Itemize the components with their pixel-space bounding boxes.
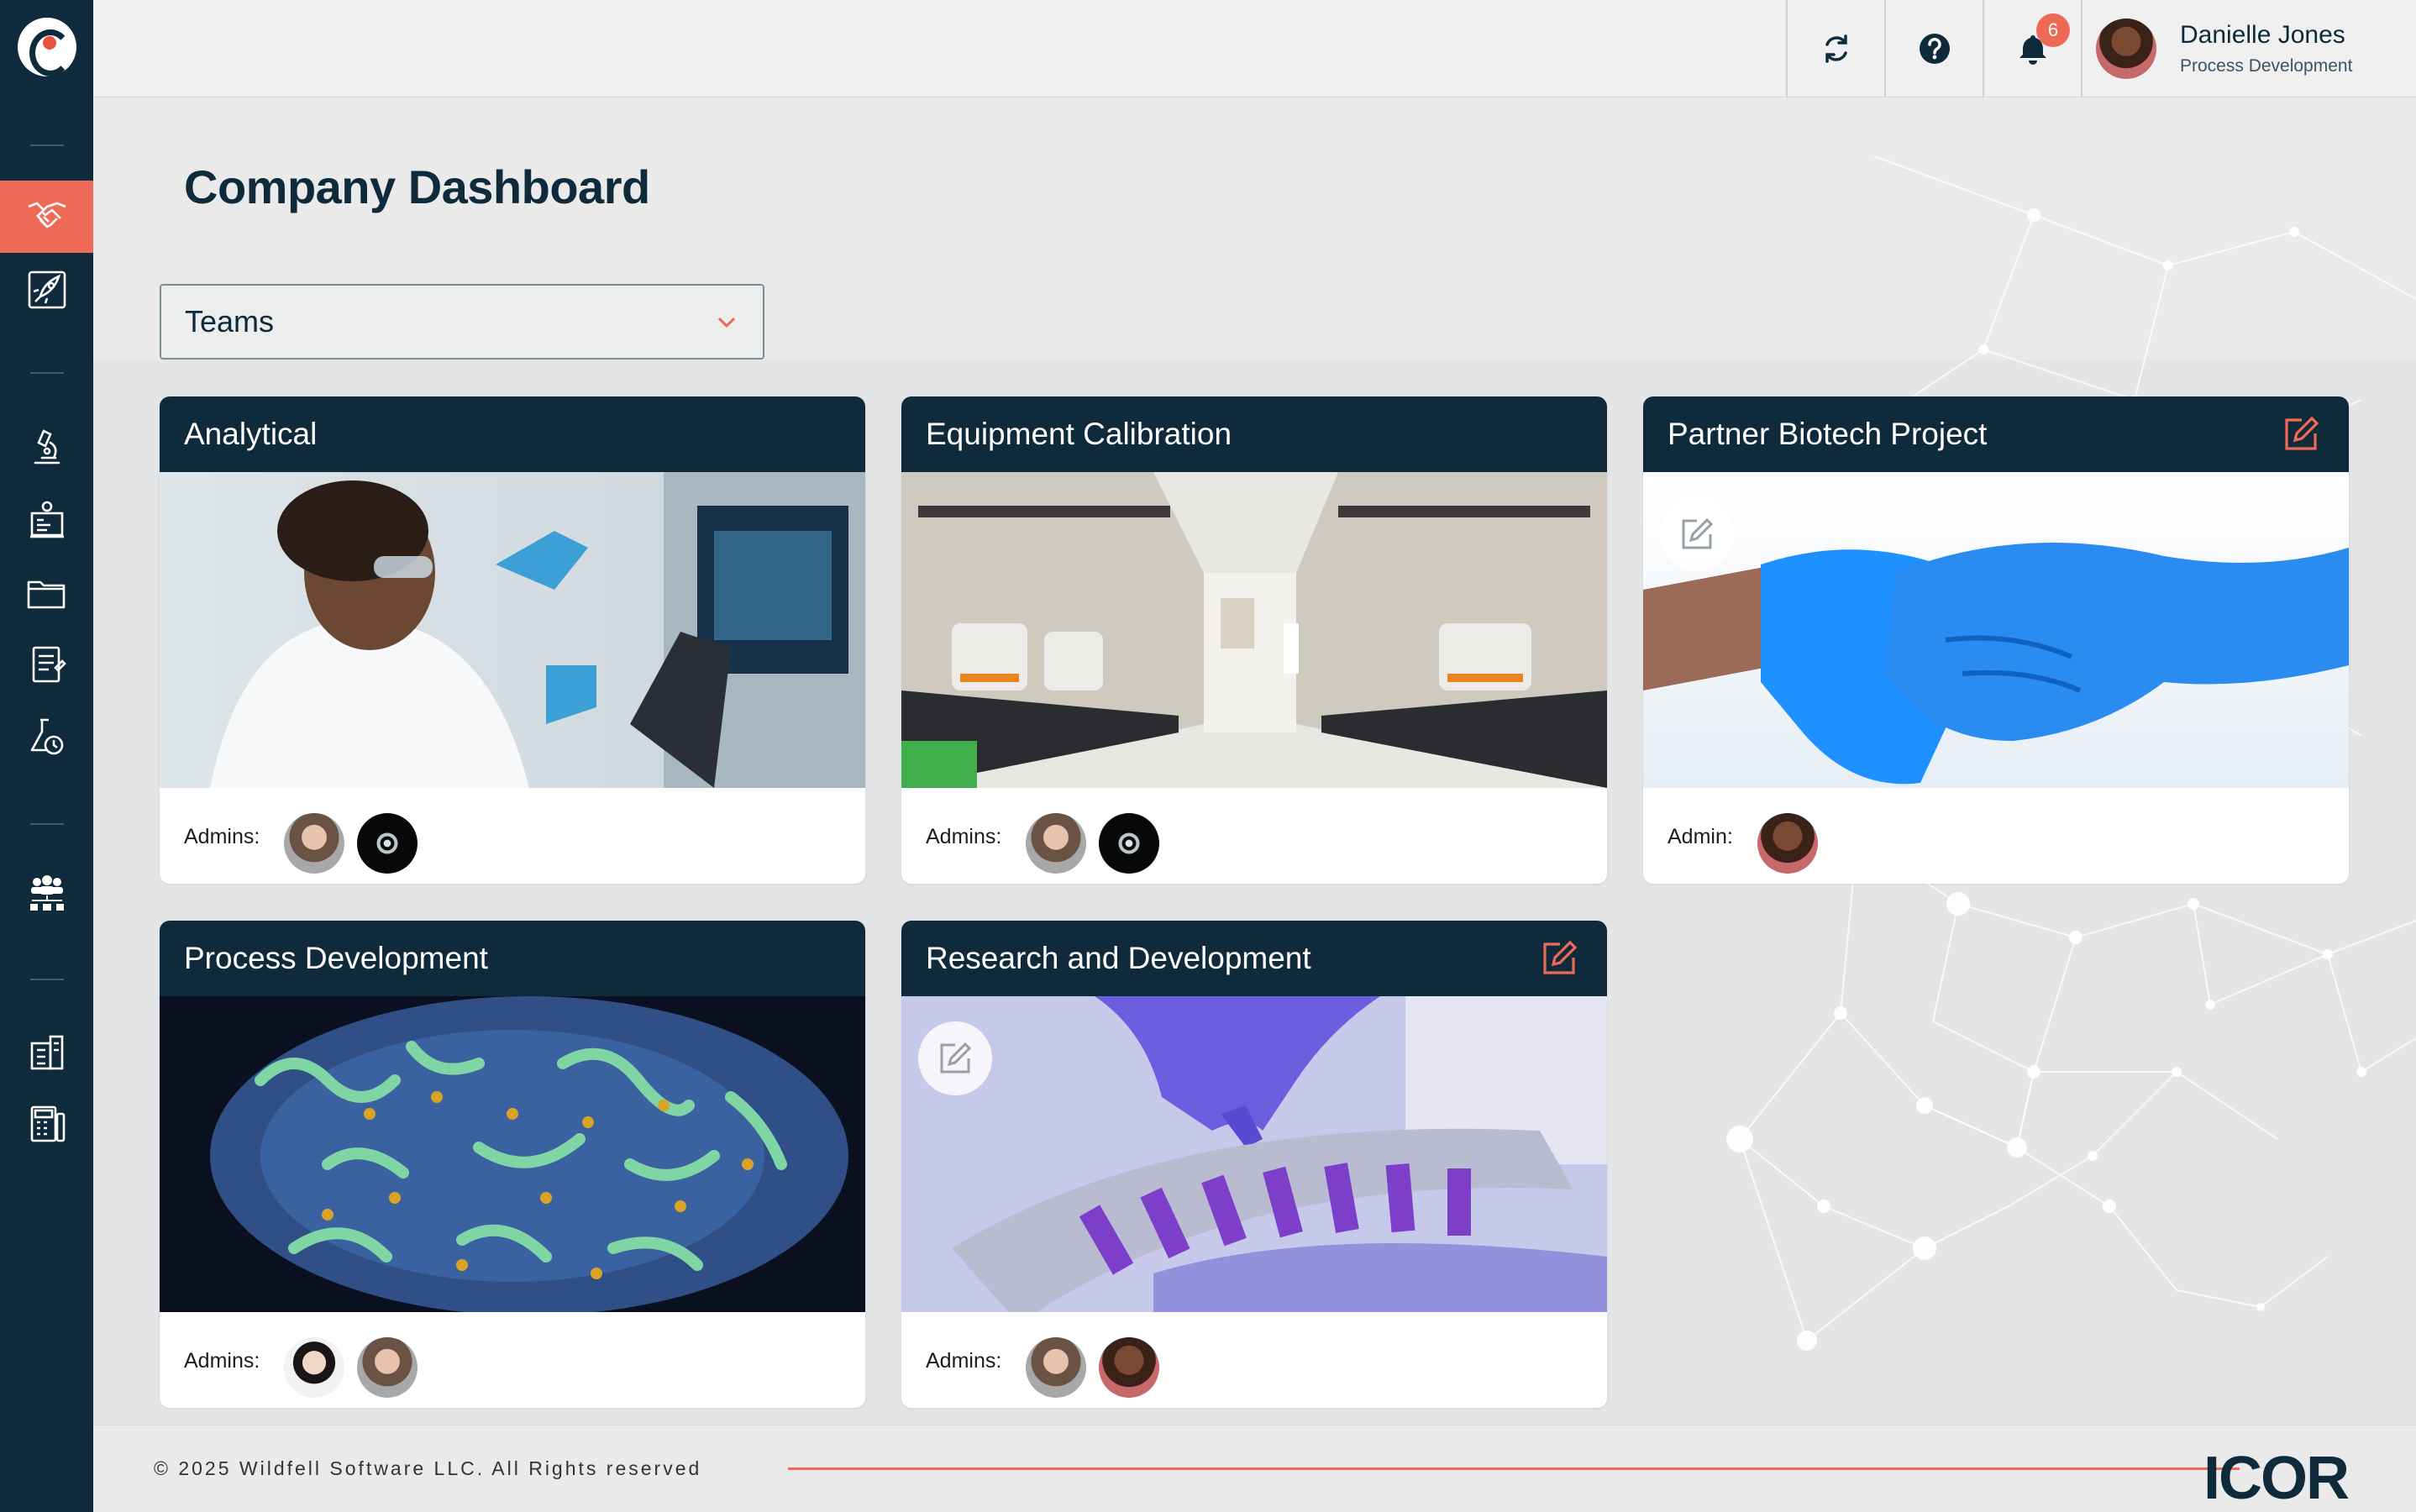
footer-divider <box>788 1467 2240 1470</box>
sidebar-divider <box>30 144 64 146</box>
top-bar: 6 Danielle Jones Process Development <box>93 0 2416 97</box>
edit-image-icon <box>1682 517 1714 549</box>
card-image <box>1643 472 2349 788</box>
calculator-icon <box>30 1105 65 1142</box>
team-org-icon <box>29 875 64 911</box>
admins-label: Admin: <box>1668 825 1733 848</box>
card-header: Partner Biotech Project <box>1643 396 2349 472</box>
card-image <box>160 472 865 788</box>
admin-avatar[interactable] <box>284 813 344 874</box>
card-title: Process Development <box>184 941 488 975</box>
admins-label: Admins: <box>926 1349 1002 1373</box>
card-footer: Admins: <box>901 1312 1607 1408</box>
card-footer: Admin: <box>1643 788 2349 884</box>
admins-label: Admins: <box>184 1349 260 1373</box>
card-title: Research and Development <box>926 941 1311 975</box>
sidebar-item-teams[interactable] <box>0 858 93 930</box>
admin-avatar[interactable] <box>357 813 418 874</box>
sidebar-item-notebook[interactable] <box>0 628 93 701</box>
edit-icon[interactable] <box>1540 939 1578 978</box>
lab-report-icon <box>29 501 64 538</box>
sidebar-item-projects[interactable] <box>0 254 93 326</box>
handshake-gloves-image <box>1643 472 2349 788</box>
card-title: Partner Biotech Project <box>1668 417 1988 451</box>
lab-scientist-image <box>160 472 865 788</box>
flask-timer-icon <box>30 718 63 755</box>
teams-dropdown-value: Teams <box>185 304 275 339</box>
user-menu[interactable]: Danielle Jones Process Development <box>2081 0 2416 97</box>
change-image-button[interactable] <box>1660 497 1734 571</box>
sidebar-divider <box>30 979 64 980</box>
card-image <box>901 996 1607 1312</box>
sidebar-item-calculations[interactable] <box>0 1088 93 1160</box>
card-header: Analytical <box>160 396 865 472</box>
user-name: Danielle Jones <box>2180 21 2345 49</box>
cell-micrograph-image <box>160 996 865 1312</box>
sample-tray-image <box>901 996 1607 1312</box>
notebook-icon <box>32 646 66 683</box>
sidebar-divider <box>30 823 64 825</box>
admins-label: Admins: <box>184 825 260 848</box>
chevron-down-icon <box>717 317 736 328</box>
building-icon <box>30 1035 63 1070</box>
rocket-icon <box>28 270 66 309</box>
admins-label: Admins: <box>926 825 1002 848</box>
folder-icon <box>27 580 65 609</box>
card-header: Equipment Calibration <box>901 396 1607 472</box>
admin-avatar[interactable] <box>1757 813 1818 874</box>
app-logo[interactable] <box>0 0 93 93</box>
card-header: Research and Development <box>901 921 1607 996</box>
sync-icon <box>1825 34 1847 63</box>
card-footer: Admins: <box>901 788 1607 884</box>
admin-avatar[interactable] <box>357 1337 418 1398</box>
sidebar-divider <box>30 372 64 374</box>
change-image-button[interactable] <box>918 1021 992 1095</box>
team-card-partner-biotech-project[interactable]: Partner Biotech Project Admin: <box>1643 396 2349 884</box>
page-title: Company Dashboard <box>184 160 650 213</box>
microscope-icon <box>34 429 60 465</box>
team-card-analytical[interactable]: Analytical Admins: <box>160 396 865 884</box>
handshake-icon <box>28 202 66 228</box>
avatar <box>2096 18 2156 79</box>
notifications-button[interactable]: 6 <box>1983 0 2081 97</box>
user-role: Process Development <box>2180 56 2353 76</box>
team-card-research-and-development[interactable]: Research and Development Admins: <box>901 921 1607 1408</box>
sidebar-item-reports[interactable] <box>0 484 93 556</box>
edit-image-icon <box>940 1042 972 1074</box>
teams-dropdown[interactable]: Teams <box>160 284 764 360</box>
team-card-process-development[interactable]: Process Development Admins: <box>160 921 865 1408</box>
team-card-equipment-calibration[interactable]: Equipment Calibration Admins: <box>901 396 1607 884</box>
sidebar-item-facilities[interactable] <box>0 1016 93 1088</box>
admin-avatar[interactable] <box>1099 813 1159 874</box>
admin-avatar[interactable] <box>1099 1337 1159 1398</box>
card-title: Equipment Calibration <box>926 417 1232 451</box>
notification-count-badge: 6 <box>2036 13 2070 47</box>
sync-button[interactable] <box>1786 0 1884 97</box>
lab-equipment-image <box>901 472 1607 788</box>
sidebar-item-files[interactable] <box>0 556 93 628</box>
card-image <box>160 996 865 1312</box>
card-footer: Admins: <box>160 788 865 884</box>
sidebar <box>0 0 93 1512</box>
edit-icon[interactable] <box>2282 415 2320 454</box>
admin-avatar[interactable] <box>1026 813 1086 874</box>
sidebar-item-experiments[interactable] <box>0 701 93 773</box>
sidebar-item-lab[interactable] <box>0 412 93 484</box>
admin-avatar[interactable] <box>284 1337 344 1398</box>
help-button[interactable] <box>1884 0 1983 97</box>
card-title: Analytical <box>184 417 318 451</box>
footer: © 2025 Wildfell Software LLC. All Rights… <box>93 1425 2416 1512</box>
card-header: Process Development <box>160 921 865 996</box>
copyright-text: © 2025 Wildfell Software LLC. All Rights… <box>154 1457 702 1479</box>
card-image <box>901 472 1607 788</box>
sidebar-item-partners[interactable] <box>0 181 93 253</box>
logo-icon <box>17 17 76 76</box>
admin-avatar[interactable] <box>1026 1337 1086 1398</box>
footer-logo: ICOR <box>2203 1445 2350 1512</box>
help-icon <box>1919 34 1950 64</box>
card-footer: Admins: <box>160 1312 865 1408</box>
